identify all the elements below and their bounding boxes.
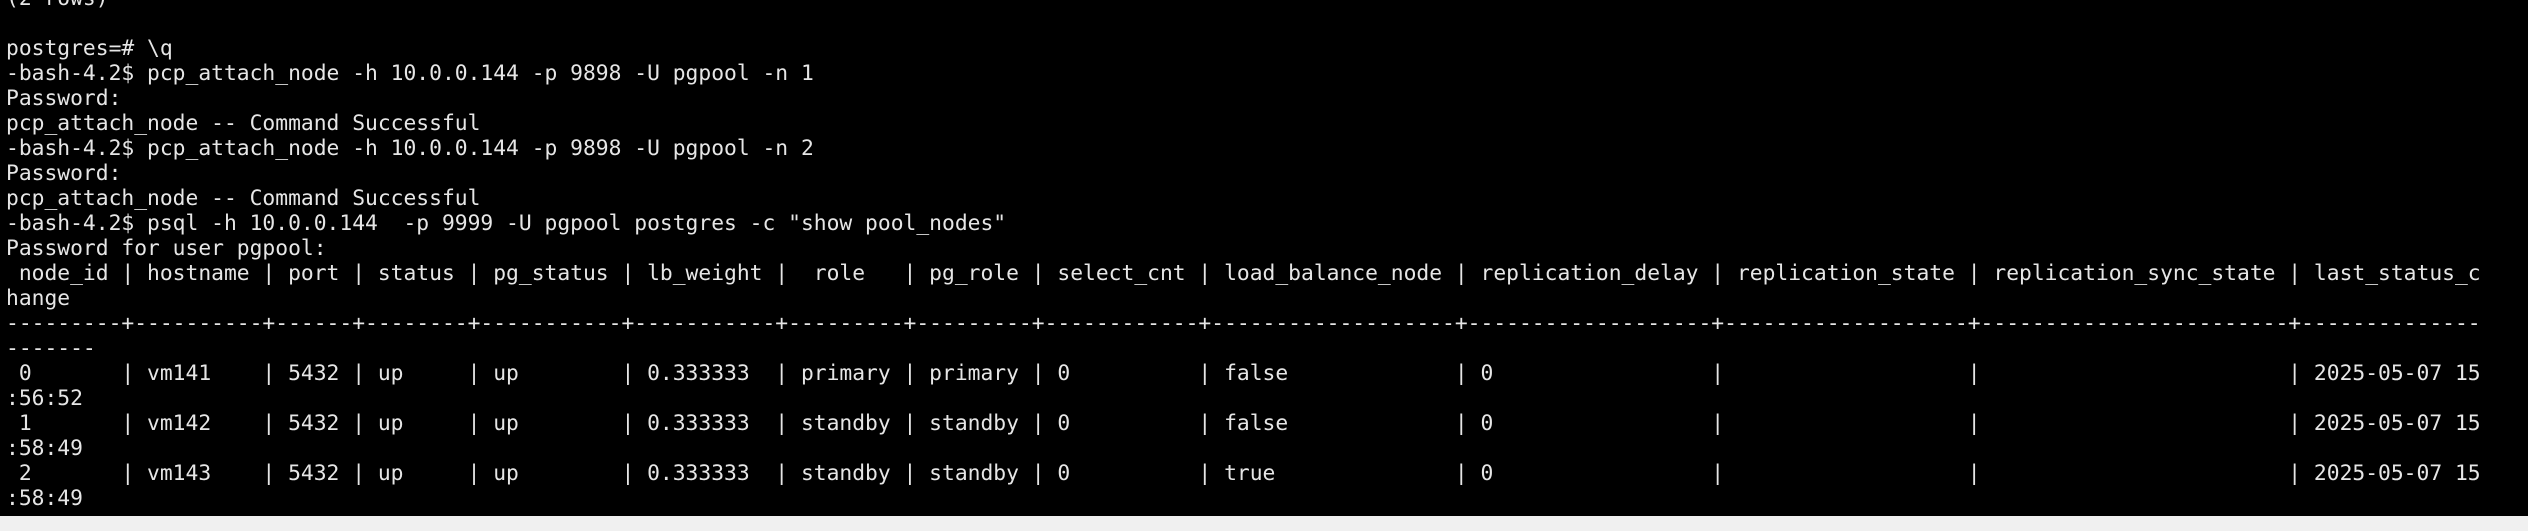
- terminal-line-password-prompt: Password for user pgpool:: [6, 236, 327, 261]
- terminal-output: (2 rows) postgres=# \q -bash-4.2$ pcp_at…: [6, 0, 2481, 511]
- terminal-line-command-successful: pcp_attach_node -- Command Successful: [6, 186, 481, 211]
- pool-nodes-table-row: 1 | vm142 | 5432 | up | up | 0.333333 | …: [6, 411, 2481, 436]
- pool-nodes-table-row-wrap: :58:49: [6, 486, 83, 511]
- window-bottom-edge: [0, 516, 2528, 531]
- terminal-line-rows-count: (2 rows): [6, 0, 2481, 11]
- terminal-line-attach-node-1-command: -bash-4.2$ pcp_attach_node -h 10.0.0.144…: [6, 61, 814, 86]
- pool-nodes-table-row: 2 | vm143 | 5432 | up | up | 0.333333 | …: [6, 461, 2481, 486]
- pool-nodes-table-row-wrap: :58:49: [6, 436, 83, 461]
- pool-nodes-table-row: 0 | vm141 | 5432 | up | up | 0.333333 | …: [6, 361, 2481, 386]
- pool-nodes-table-header: node_id | hostname | port | status | pg_…: [6, 261, 2481, 286]
- terminal-line-blank: [6, 11, 2481, 36]
- pool-nodes-table-header-wrap: hange: [6, 286, 71, 311]
- terminal-line-psql-show-pool-nodes: -bash-4.2$ psql -h 10.0.0.144 -p 9999 -U…: [6, 211, 1007, 236]
- pool-nodes-table-separator: ---------+----------+------+--------+---…: [6, 311, 2481, 336]
- terminal-window[interactable]: (2 rows) postgres=# \q -bash-4.2$ pcp_at…: [0, 0, 2528, 516]
- terminal-line-psql-quit: postgres=# \q: [6, 36, 173, 61]
- terminal-line-command-successful: pcp_attach_node -- Command Successful: [6, 111, 481, 136]
- pool-nodes-table-row-wrap: :56:52: [6, 386, 83, 411]
- terminal-line-password-prompt: Password:: [6, 161, 122, 186]
- terminal-line-password-prompt: Password:: [6, 86, 122, 111]
- pool-nodes-table-separator-wrap: -------: [6, 336, 96, 361]
- terminal-line-attach-node-2-command: -bash-4.2$ pcp_attach_node -h 10.0.0.144…: [6, 136, 814, 161]
